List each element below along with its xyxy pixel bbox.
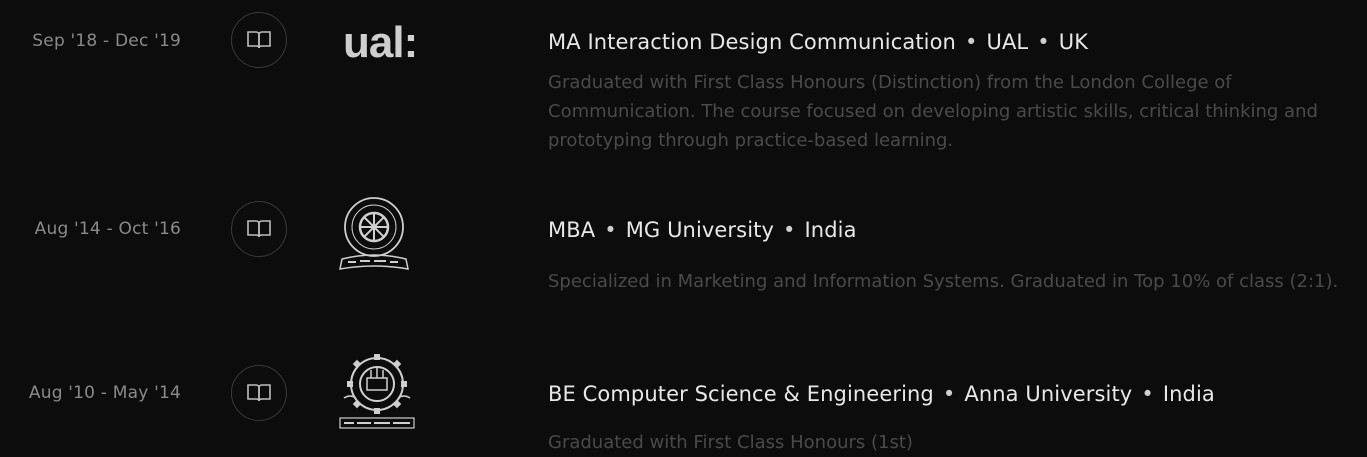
separator-dot: • — [1141, 382, 1154, 406]
degree-name: MA Interaction Design Communication — [548, 30, 956, 54]
book-icon-badge — [231, 12, 287, 68]
entry-description: Graduated with First Class Honours (Dist… — [548, 72, 1318, 151]
degree-name: MBA — [548, 218, 596, 242]
entry-description: Specialized in Marketing and Information… — [548, 271, 1339, 292]
school-name: Anna University — [964, 382, 1133, 406]
school-name: UAL — [986, 30, 1029, 54]
book-icon — [247, 31, 271, 49]
entry-title: MBA • MG University • India — [548, 218, 857, 242]
anna-university-seal — [336, 350, 418, 436]
country-name: India — [1162, 382, 1215, 406]
entry-dates: Sep '18 - Dec '19 — [32, 31, 181, 51]
separator-dot: • — [1037, 30, 1050, 54]
entry-dates: Aug '10 - May '14 — [28, 383, 181, 403]
separator-dot: • — [942, 382, 956, 406]
entry-dates: Aug '14 - Oct '16 — [34, 219, 181, 239]
country-name: UK — [1058, 30, 1089, 54]
book-icon — [247, 220, 271, 238]
separator-dot: • — [783, 218, 796, 242]
book-icon-badge — [231, 201, 287, 257]
book-icon-badge — [231, 365, 287, 421]
separator-dot: • — [964, 30, 978, 54]
degree-name: BE Computer Science & Engineering — [548, 382, 934, 406]
book-icon — [247, 384, 271, 402]
ual-logo: ual: — [343, 18, 418, 67]
entry-description: Graduated with First Class Honours (1st) — [548, 432, 913, 453]
entry-title: BE Computer Science & Engineering • Anna U… — [548, 382, 1215, 406]
entry-title: MA Interaction Design Communication • UAL •… — [548, 30, 1088, 54]
separator-dot: • — [604, 218, 617, 242]
mg-university-seal — [336, 193, 412, 277]
school-name: MG University — [625, 218, 775, 242]
country-name: India — [804, 218, 857, 242]
education-timeline: Sep '18 - Dec '19 ual: MA Interaction De… — [0, 0, 1367, 457]
